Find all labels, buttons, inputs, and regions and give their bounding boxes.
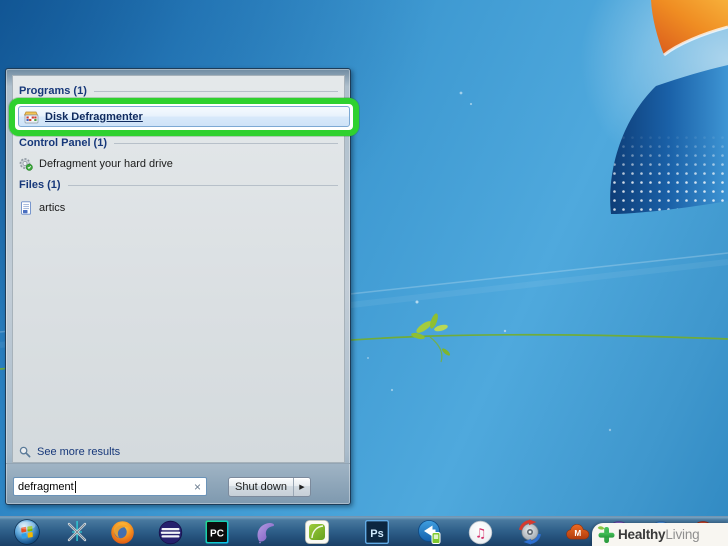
taskbar-item-eclipse[interactable] xyxy=(157,519,183,545)
search-icon xyxy=(19,446,31,458)
start-menu-panel: Programs (1) Disk Defragmenter Control P… xyxy=(5,68,359,505)
section-header-control-panel: Control Panel (1) xyxy=(19,137,338,149)
desktop: Programs (1) Disk Defragmenter Control P… xyxy=(0,0,728,546)
document-icon xyxy=(21,201,31,215)
svg-text:♫: ♫ xyxy=(474,526,486,541)
taskbar-item-firefox[interactable] xyxy=(109,519,135,545)
result-item-disk-defragmenter[interactable]: Disk Defragmenter xyxy=(18,106,350,127)
shutdown-split-button: Shut down ▶ xyxy=(228,477,311,497)
result-label: Disk Defragmenter xyxy=(45,110,143,123)
start-button[interactable] xyxy=(14,519,40,545)
footer-divider xyxy=(6,463,350,464)
taskbar-item-disc-ripper[interactable] xyxy=(517,519,543,545)
control-panel-gear-icon xyxy=(19,158,33,171)
result-item-defragment-drive[interactable]: Defragment your hard drive xyxy=(19,155,173,173)
shutdown-button[interactable]: Shut down xyxy=(229,478,293,496)
taskbar-item-video-converter[interactable] xyxy=(417,519,443,545)
pycharm-icon: PC xyxy=(205,520,229,544)
taskbar-item-photoshop[interactable]: Ps xyxy=(364,519,390,545)
purple-dolphin-icon xyxy=(257,522,274,543)
section-header-files: Files (1) xyxy=(19,179,338,191)
green-office-icon xyxy=(305,520,329,544)
svg-text:Ps: Ps xyxy=(370,528,383,540)
disc-ripper-icon xyxy=(519,519,541,545)
result-item-artics[interactable]: artics xyxy=(19,199,65,217)
search-input-value: defragment xyxy=(18,480,74,493)
crossed-tools-icon xyxy=(67,521,87,542)
highlight-annotation-box: Disk Defragmenter xyxy=(9,98,359,136)
svg-text:PC: PC xyxy=(210,529,224,540)
shutdown-options-arrow-icon[interactable]: ▶ xyxy=(293,478,310,496)
disk-defragmenter-icon xyxy=(24,111,39,123)
cloud-m-icon: M xyxy=(566,524,590,540)
section-header-programs: Programs (1) xyxy=(19,85,338,97)
eclipse-icon xyxy=(158,520,182,544)
photoshop-icon: Ps xyxy=(365,520,389,544)
watermark-brand-bold: Healthy xyxy=(618,527,666,542)
svg-text:M: M xyxy=(574,529,581,538)
taskbar-item-crossed-tools[interactable] xyxy=(64,519,90,545)
healthy-living-watermark: HealthyLiving xyxy=(592,523,728,546)
search-input[interactable]: defragment × xyxy=(13,477,207,496)
watermark-brand-light: Living xyxy=(665,527,700,542)
windows-start-orb-icon xyxy=(14,519,40,545)
firefox-icon xyxy=(110,520,134,544)
search-results-list: Programs (1) Disk Defragmenter Control P… xyxy=(9,75,359,463)
taskbar-item-itunes[interactable]: ♫ xyxy=(467,519,493,545)
taskbar-item-pycharm[interactable]: PC xyxy=(204,519,230,545)
healthy-living-logo-icon xyxy=(597,526,615,543)
video-converter-icon xyxy=(418,520,441,544)
see-more-results-link[interactable]: See more results xyxy=(19,446,120,458)
text-caret xyxy=(74,480,76,493)
itunes-icon: ♫ xyxy=(468,520,492,544)
taskbar-item-purple-dolphin[interactable] xyxy=(252,519,278,545)
taskbar-item-cloud-m[interactable]: M xyxy=(565,519,591,545)
taskbar-item-green-office[interactable] xyxy=(304,519,330,545)
clear-search-icon[interactable]: × xyxy=(193,481,202,493)
